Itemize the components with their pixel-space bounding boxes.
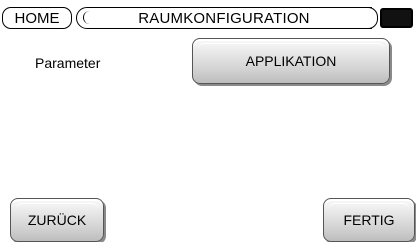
home-button[interactable]: HOME [2,7,72,29]
title-bar-endcap [368,6,378,29]
done-button[interactable]: FERTIG [323,198,415,242]
title-bar: RAUMKONFIGURATION [76,6,378,29]
back-button-label: ZURÜCK [27,212,87,228]
page-title: RAUMKONFIGURATION [138,9,310,27]
status-indicator [380,8,413,28]
application-button-label: APPLIKATION [245,53,337,69]
application-button[interactable]: APPLIKATION [192,38,390,84]
back-button[interactable]: ZURÜCK [10,198,104,242]
done-button-label: FERTIG [343,212,395,228]
title-bar-notch [83,11,92,24]
parameter-label: Parameter [35,55,101,71]
